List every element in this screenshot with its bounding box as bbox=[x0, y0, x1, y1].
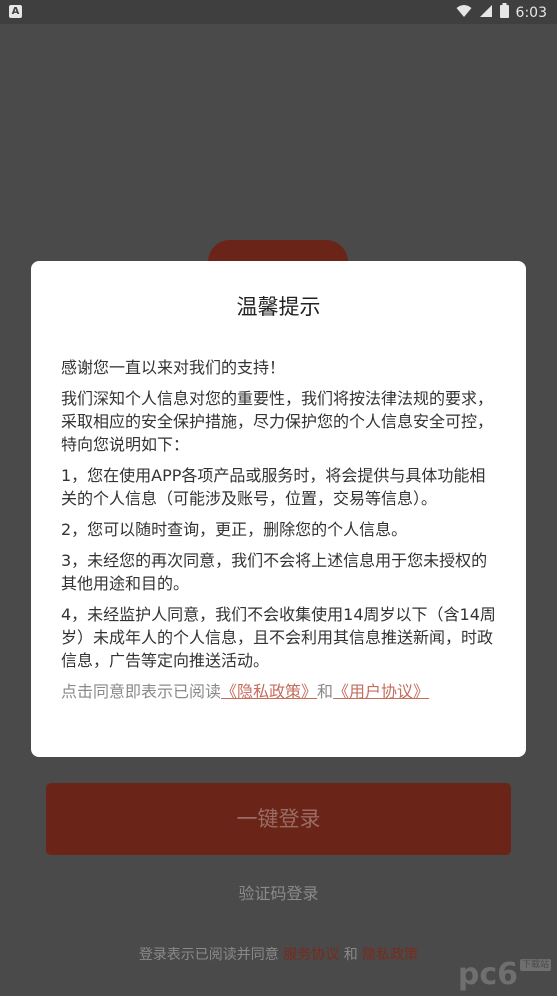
service-agreement-link[interactable]: 服务协议 bbox=[283, 947, 339, 963]
status-indicators: 6:03 bbox=[456, 3, 547, 22]
sms-code-login-link[interactable]: 验证码登录 bbox=[0, 880, 557, 904]
dialog-paragraph: 2，您可以随时查询，更正，删除您的个人信息。 bbox=[61, 520, 408, 539]
consent-text: 点击同意即表示已阅读《隐私政策》和《用户协议》 bbox=[61, 680, 496, 703]
status-bar: A 6:03 bbox=[0, 0, 557, 24]
watermark-logo: pc6 下载站 bbox=[458, 957, 551, 992]
consent-prefix: 点击同意即表示已阅读 bbox=[61, 682, 222, 701]
privacy-policy-dialog-link[interactable]: 《隐私政策》 bbox=[221, 682, 317, 701]
consent-and: 和 bbox=[317, 682, 334, 701]
user-agreement-dialog-link[interactable]: 《用户协议》 bbox=[333, 682, 429, 701]
signal-icon bbox=[479, 4, 493, 22]
clock: 6:03 bbox=[515, 4, 547, 21]
dialog-paragraph: 我们深知个人信息对您的重要性，我们将按法律法规的要求，采取相应的安全保护措施，尽… bbox=[61, 389, 494, 454]
dialog-paragraph: 4，未经监护人同意，我们不会收集使用14周岁以下（含14周岁）未成年人的个人信息… bbox=[61, 605, 496, 670]
dialog-paragraph: 感谢您一直以来对我们的支持！ bbox=[61, 358, 286, 377]
app-notification-icon: A bbox=[9, 5, 22, 18]
dialog-paragraph: 1，您在使用APP各项产品或服务时，将会提供与具体功能相关的个人信息（可能涉及账… bbox=[61, 466, 486, 508]
agreement-and: 和 bbox=[343, 947, 358, 963]
one-click-login-button[interactable]: 一键登录 bbox=[46, 783, 511, 855]
battery-icon bbox=[499, 3, 509, 22]
watermark-text: pc6 bbox=[457, 957, 518, 992]
dialog-title: 温馨提示 bbox=[236, 295, 321, 319]
dialog-body: 感谢您一直以来对我们的支持！ 我们深知个人信息对您的重要性，我们将按法律法规的要… bbox=[61, 356, 496, 703]
privacy-notice-dialog: 温馨提示 感谢您一直以来对我们的支持！ 我们深知个人信息对您的重要性，我们将按法… bbox=[31, 261, 526, 757]
watermark-sub: 下载站 bbox=[519, 959, 551, 971]
privacy-policy-link[interactable]: 隐私政策 bbox=[362, 947, 418, 963]
agreement-prefix: 登录表示已阅读并同意 bbox=[138, 947, 279, 963]
wifi-icon bbox=[456, 4, 472, 22]
dialog-paragraph: 3，未经您的再次同意，我们不会将上述信息用于您未授权的其他用途和目的。 bbox=[61, 551, 488, 593]
